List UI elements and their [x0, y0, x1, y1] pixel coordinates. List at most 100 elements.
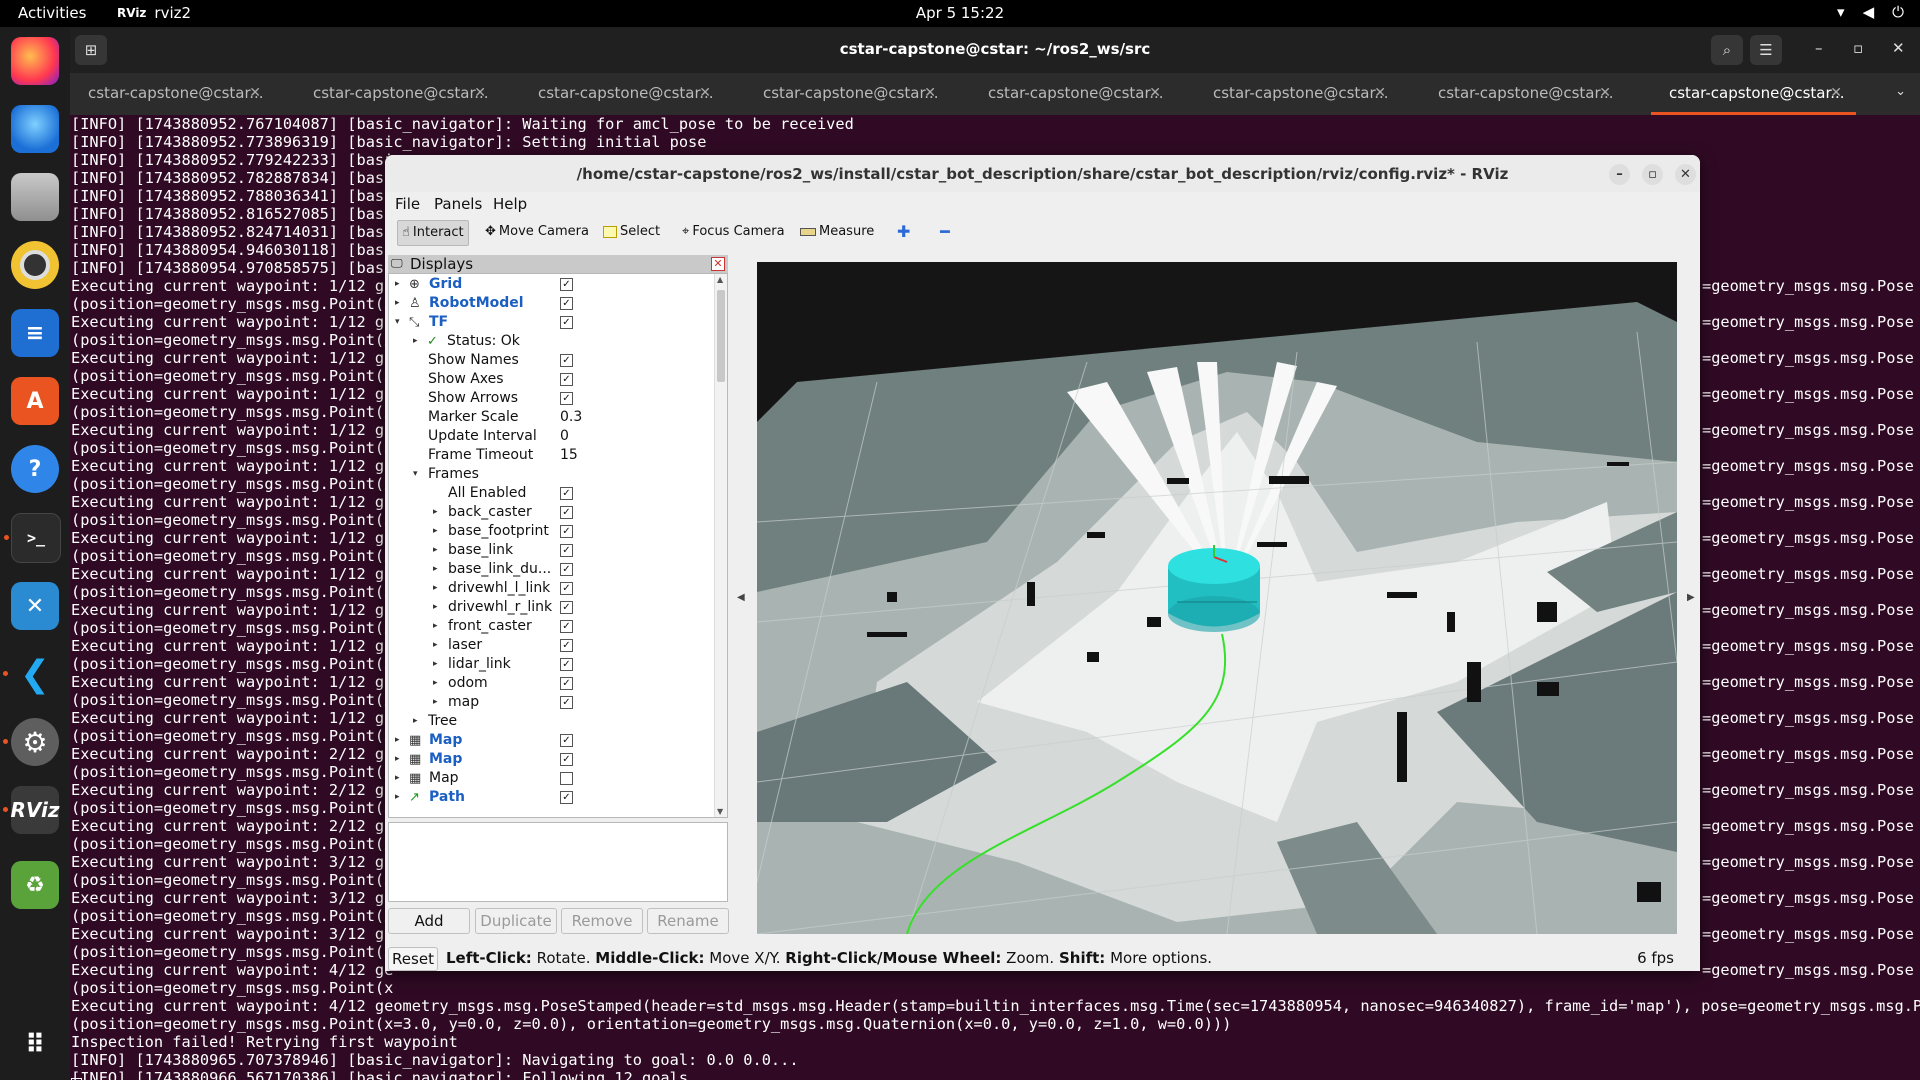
tree-row[interactable]: ▸ Tree: [389, 712, 715, 731]
terminal-tab[interactable]: cstar-capstone@cstar... ✕: [970, 73, 1175, 115]
rviz-window[interactable]: /home/cstar-capstone/ros2_ws/install/cst…: [385, 155, 1700, 971]
terminal-tab[interactable]: cstar-capstone@cstar... ✕: [70, 73, 275, 115]
expand-arrow-icon[interactable]: ▸: [433, 522, 438, 541]
tree-row[interactable]: Show Arrows ✓: [389, 389, 715, 408]
tree-row-checkbox[interactable]: ✓: [560, 696, 573, 709]
select-tool[interactable]: Select: [599, 220, 664, 244]
close-tab-icon[interactable]: ✕: [1599, 73, 1611, 113]
menu-icon[interactable]: ☰: [1750, 35, 1782, 65]
expand-arrow-icon[interactable]: ▸: [433, 579, 438, 598]
tree-row[interactable]: ▸ laser ✓: [389, 636, 715, 655]
tree-row-checkbox[interactable]: ✓: [560, 563, 573, 576]
viewport-scene[interactable]: [757, 262, 1677, 934]
tree-row-checkbox[interactable]: ✓: [560, 297, 573, 310]
3d-viewport[interactable]: [757, 262, 1677, 934]
tree-row-checkbox[interactable]: ✓: [560, 373, 573, 386]
clock[interactable]: Apr 5 15:22: [0, 4, 1920, 22]
tree-row-checkbox[interactable]: [560, 772, 573, 785]
tree-row[interactable]: ▸ ✓ Status: Ok: [389, 332, 715, 351]
tree-row[interactable]: ▸ ▦ Map ✓: [389, 731, 715, 750]
scroll-down-icon[interactable]: ▼: [717, 807, 723, 816]
writer-icon[interactable]: ≡: [11, 309, 59, 357]
collapse-arrow-icon[interactable]: ▾: [395, 313, 400, 332]
close-panel-icon[interactable]: ✕: [711, 257, 725, 271]
tree-row[interactable]: ▸ ⊕ Grid ✓: [389, 275, 715, 294]
add-button[interactable]: Add: [388, 908, 470, 934]
tree-row-checkbox[interactable]: ✓: [560, 354, 573, 367]
expand-arrow-icon[interactable]: ▸: [395, 275, 400, 294]
tree-row-checkbox[interactable]: ✓: [560, 278, 573, 291]
focus-camera-tool[interactable]: ⌖ Focus Camera: [678, 220, 789, 244]
app-center-icon[interactable]: A: [11, 377, 59, 425]
close-tab-icon[interactable]: ✕: [699, 73, 711, 113]
collapse-left-icon[interactable]: ◀: [737, 592, 745, 603]
close-icon[interactable]: ✕: [1675, 164, 1696, 185]
expand-arrow-icon[interactable]: ▸: [433, 560, 438, 579]
tree-row[interactable]: Frame Timeout 15: [389, 446, 715, 465]
maximize-icon[interactable]: ▫: [1642, 164, 1663, 185]
tree-row[interactable]: ▸ ▦ Map: [389, 769, 715, 788]
expand-arrow-icon[interactable]: ▸: [433, 655, 438, 674]
settings-icon[interactable]: ⚙: [3, 718, 59, 766]
displays-tree[interactable]: ▸ ⊕ Grid ✓ ▸ ♙ RobotModel ✓ ▾ ⤡ TF ✓ ▸ ✓ Status: Ok Sho…: [388, 273, 728, 818]
tree-row-checkbox[interactable]: ✓: [560, 791, 573, 804]
tree-scrollbar[interactable]: ▲ ▼: [714, 274, 727, 817]
close-tab-icon[interactable]: ✕: [1374, 73, 1386, 113]
maximize-icon[interactable]: ▫: [1853, 39, 1863, 57]
rhythmbox-icon[interactable]: [11, 241, 59, 289]
minimize-icon[interactable]: –: [1609, 164, 1630, 185]
vscode-icon[interactable]: ❮: [3, 650, 59, 698]
expand-arrow-icon[interactable]: ▸: [395, 788, 400, 807]
wifi-icon[interactable]: ▾: [1837, 3, 1845, 21]
scrollbar-thumb[interactable]: [717, 290, 725, 382]
tree-row[interactable]: ▾ Frames: [389, 465, 715, 484]
tree-row-value[interactable]: 15: [560, 446, 578, 465]
terminal-tab[interactable]: cstar-capstone@cstar... ✕: [295, 73, 500, 115]
interact-tool[interactable]: ☝ Interact: [397, 220, 469, 246]
terminal-tab[interactable]: cstar-capstone@cstar... ✕: [520, 73, 725, 115]
close-tab-icon[interactable]: ✕: [924, 73, 936, 113]
tree-row[interactable]: ▸ map ✓: [389, 693, 715, 712]
tree-row[interactable]: ▸ drivewhl_l_link ✓: [389, 579, 715, 598]
close-tab-icon[interactable]: ✕: [1830, 73, 1842, 113]
rviz-dock-icon[interactable]: RViz: [3, 786, 60, 834]
tree-row[interactable]: ▸ odom ✓: [389, 674, 715, 693]
tabs-overflow-icon[interactable]: ⌄: [1895, 84, 1906, 99]
tree-row[interactable]: Marker Scale 0.3: [389, 408, 715, 427]
expand-arrow-icon[interactable]: ▸: [433, 598, 438, 617]
tree-row-checkbox[interactable]: ✓: [560, 734, 573, 747]
measure-tool[interactable]: Measure: [796, 220, 878, 244]
tree-row[interactable]: ▸ ↗ Path ✓: [389, 788, 715, 807]
tree-row[interactable]: Update Interval 0: [389, 427, 715, 446]
tree-row[interactable]: ▾ ⤡ TF ✓: [389, 313, 715, 332]
tree-row[interactable]: ▸ lidar_link ✓: [389, 655, 715, 674]
tree-row-checkbox[interactable]: ✓: [560, 639, 573, 652]
tree-row[interactable]: Show Names ✓: [389, 351, 715, 370]
tree-row-checkbox[interactable]: ✓: [560, 753, 573, 766]
tree-row[interactable]: ▸ base_link ✓: [389, 541, 715, 560]
tree-row-checkbox[interactable]: ✓: [560, 620, 573, 633]
menu-help[interactable]: Help: [493, 195, 527, 213]
tree-row-checkbox[interactable]: ✓: [560, 316, 573, 329]
close-tab-icon[interactable]: ✕: [474, 73, 486, 113]
tree-row-checkbox[interactable]: ✓: [560, 544, 573, 557]
expand-arrow-icon[interactable]: ▸: [433, 617, 438, 636]
tree-row[interactable]: ▸ back_caster ✓: [389, 503, 715, 522]
tree-row-checkbox[interactable]: ✓: [560, 506, 573, 519]
tree-row-checkbox[interactable]: ✓: [560, 487, 573, 500]
collapse-right-icon[interactable]: ▶: [1687, 592, 1695, 603]
tree-row-checkbox[interactable]: ✓: [560, 582, 573, 595]
close-tab-icon[interactable]: ✕: [249, 73, 261, 113]
scroll-up-icon[interactable]: ▲: [717, 275, 723, 284]
terminal-tab[interactable]: cstar-capstone@cstar... ✕: [1420, 73, 1625, 115]
minimize-icon[interactable]: –: [1815, 39, 1823, 57]
system-tray[interactable]: ▾ ◀ ⏻: [1837, 3, 1904, 21]
tree-row[interactable]: ▸ drivewhl_r_link ✓: [389, 598, 715, 617]
remove-button[interactable]: Remove: [561, 908, 643, 934]
show-apps-icon[interactable]: ⠿: [11, 1021, 59, 1069]
expand-arrow-icon[interactable]: ▸: [413, 712, 418, 731]
expand-arrow-icon[interactable]: ▸: [395, 769, 400, 788]
collapse-arrow-icon[interactable]: ▾: [413, 465, 418, 484]
app-menu[interactable]: RViz rviz2: [117, 4, 191, 22]
volume-icon[interactable]: ◀: [1863, 3, 1875, 21]
